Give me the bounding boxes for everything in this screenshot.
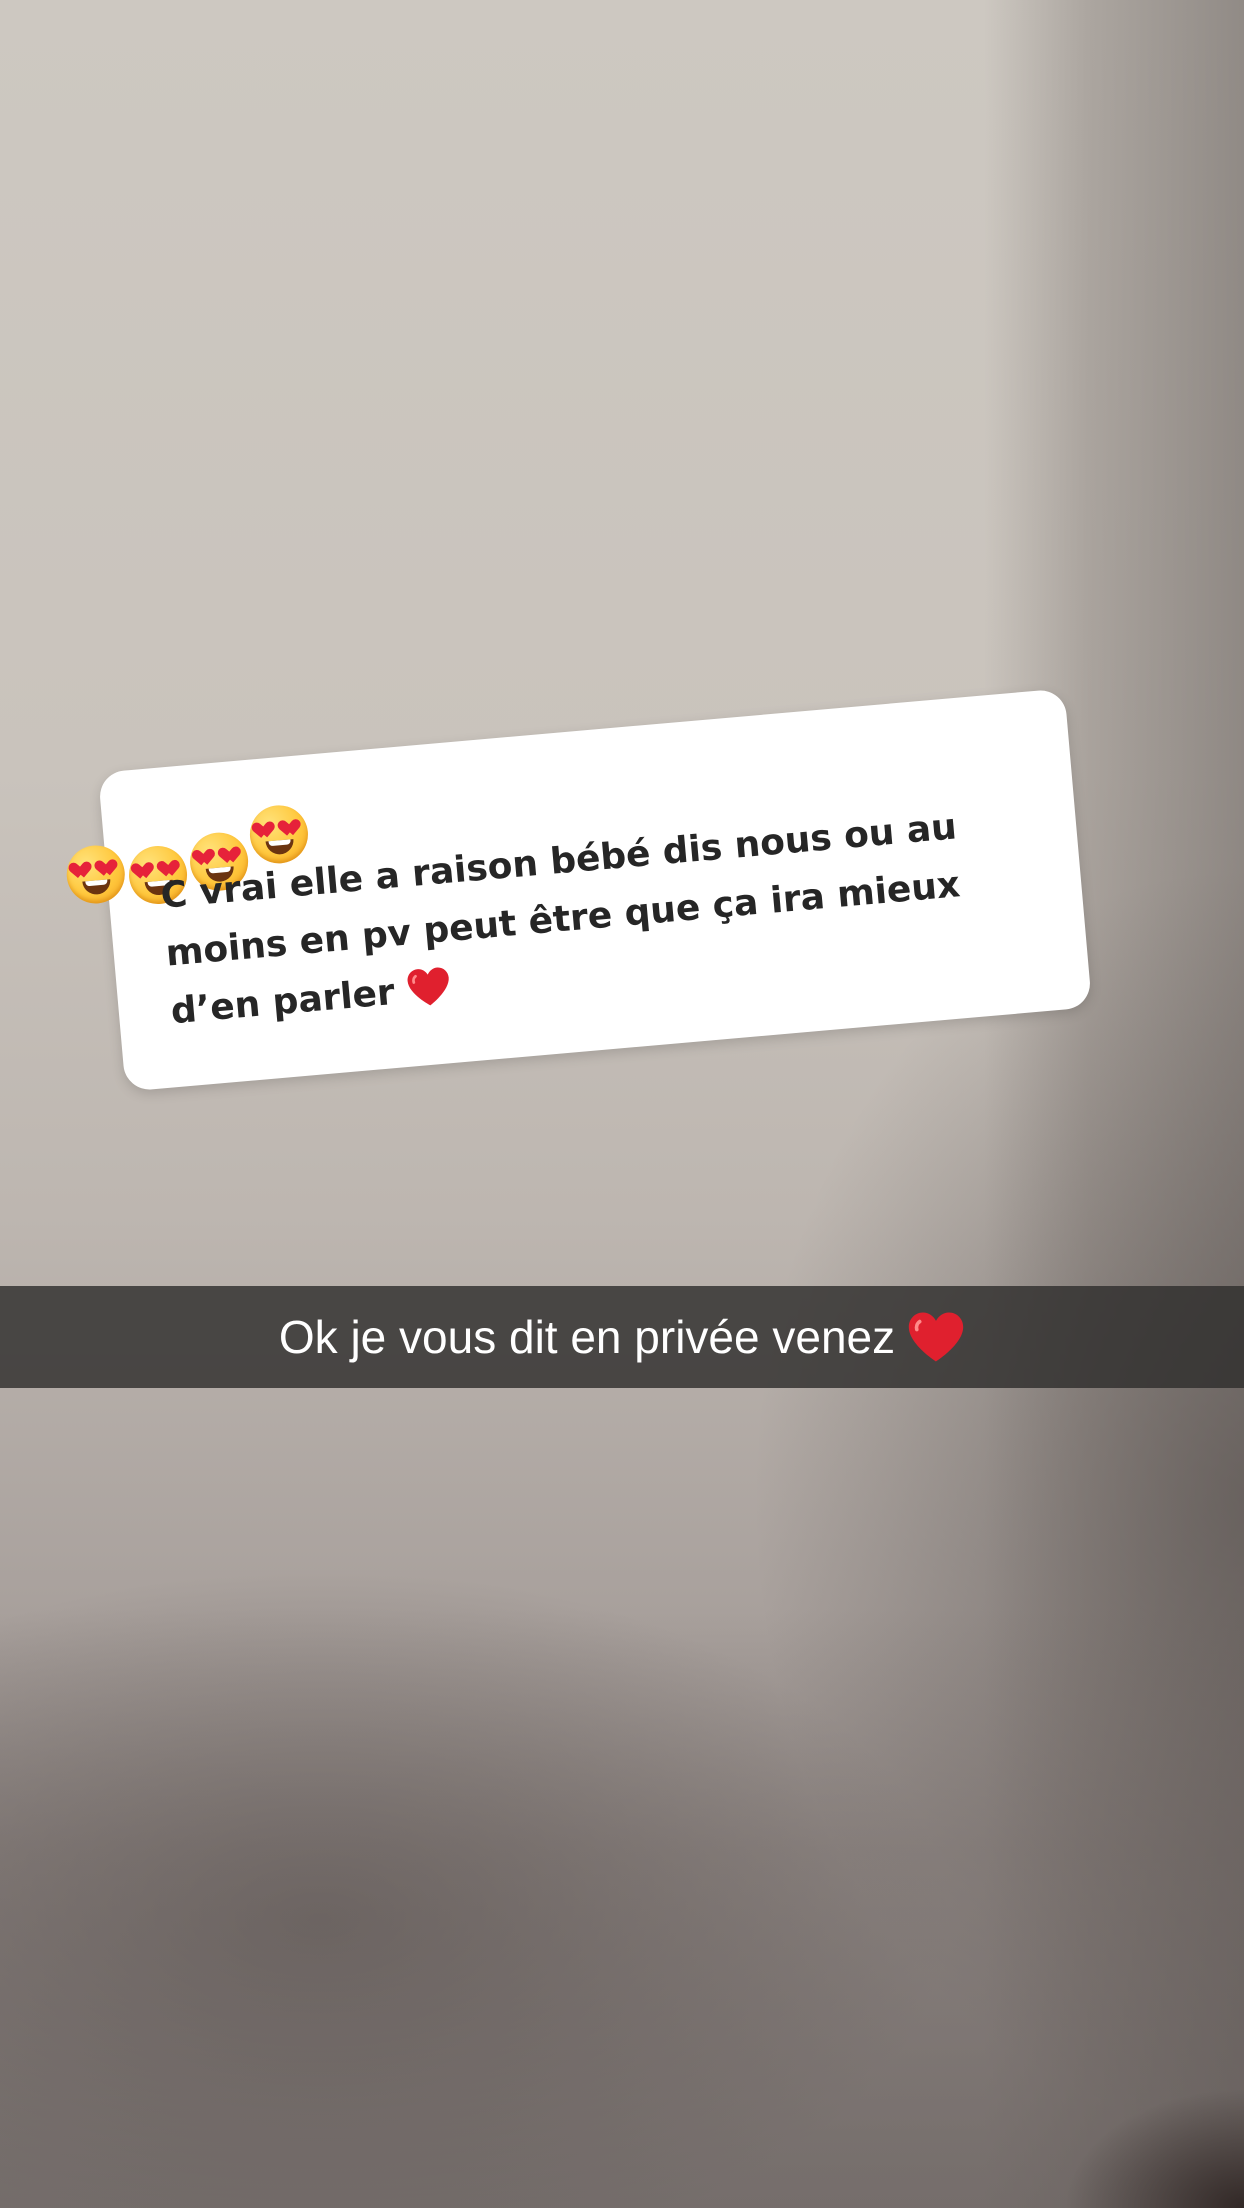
caption-bar[interactable]: Ok je vous dit en privée venez: [0, 1286, 1244, 1388]
red-heart-icon: [907, 1310, 965, 1364]
red-heart-icon: [405, 965, 452, 1009]
caption-text: Ok je vous dit en privée venez: [278, 1311, 896, 1363]
hair-corner: [1064, 2088, 1244, 2208]
caption: Ok je vous dit en privée venez: [279, 1310, 965, 1364]
wall-shadow-bottom: [0, 1608, 1244, 2208]
